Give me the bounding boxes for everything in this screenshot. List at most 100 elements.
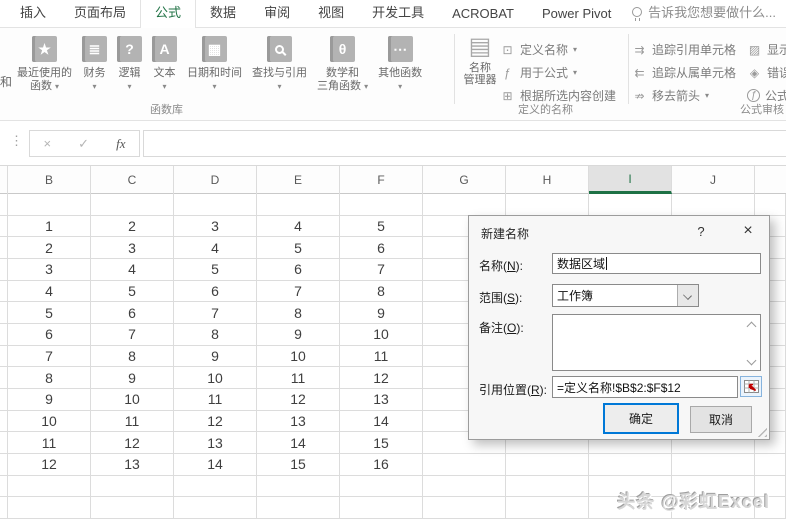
- grid-cell[interactable]: 10: [340, 323, 423, 346]
- grid-cell[interactable]: 6: [340, 237, 423, 259]
- error-checking-button[interactable]: ◈ 错误: [747, 64, 786, 81]
- ok-button[interactable]: 确定: [603, 403, 679, 434]
- lookup-reference-button[interactable]: 查找与引用 ▾: [247, 36, 312, 93]
- comment-field[interactable]: [552, 314, 761, 371]
- insert-function-icon[interactable]: fx: [116, 136, 125, 152]
- grid-cell[interactable]: 8: [174, 323, 257, 346]
- column-header-B[interactable]: B: [8, 166, 91, 194]
- grid-cell[interactable]: [0, 388, 8, 411]
- grid-cell[interactable]: [506, 497, 589, 519]
- grid-cell[interactable]: [0, 194, 8, 216]
- math-trig-button[interactable]: θ 数学和 三角函数 ▾: [312, 36, 373, 93]
- tab-视图[interactable]: 视图: [304, 0, 358, 27]
- grid-cell[interactable]: [0, 367, 8, 389]
- grid-cell[interactable]: 11: [340, 345, 423, 368]
- remove-arrows-button[interactable]: ⇏ 移去箭头 ▾: [632, 87, 736, 104]
- confirm-entry-icon[interactable]: ✓: [78, 136, 89, 152]
- grid-cell[interactable]: 7: [8, 345, 91, 368]
- grid-cell[interactable]: 5: [91, 280, 174, 303]
- grid-cell[interactable]: [257, 497, 340, 519]
- grid-cell[interactable]: 10: [257, 345, 340, 368]
- tab-审阅[interactable]: 审阅: [250, 0, 304, 27]
- grid-cell[interactable]: 14: [257, 432, 340, 454]
- grid-cell[interactable]: 4: [91, 258, 174, 281]
- grid-cell[interactable]: 11: [257, 367, 340, 389]
- grid-cell[interactable]: 3: [174, 215, 257, 238]
- column-header-J[interactable]: J: [672, 166, 755, 194]
- column-header-I[interactable]: I: [589, 166, 672, 194]
- grid-cell[interactable]: 12: [91, 432, 174, 454]
- grid-cell[interactable]: 5: [257, 237, 340, 259]
- grid-cell[interactable]: [589, 194, 672, 216]
- grid-cell[interactable]: 1: [8, 215, 91, 238]
- grid-cell[interactable]: [0, 345, 8, 368]
- column-header-E[interactable]: E: [257, 166, 340, 194]
- grid-cell[interactable]: 8: [8, 367, 91, 389]
- grid-cell[interactable]: [257, 194, 340, 216]
- grid-cell[interactable]: 4: [257, 215, 340, 238]
- cancel-entry-icon[interactable]: ×: [44, 136, 52, 151]
- grid-cell[interactable]: [340, 475, 423, 498]
- grid-cell[interactable]: 13: [257, 410, 340, 433]
- grid-cell[interactable]: 7: [91, 323, 174, 346]
- grid-cell[interactable]: 7: [174, 302, 257, 324]
- tab-页面布局[interactable]: 页面布局: [60, 0, 140, 27]
- grid-cell[interactable]: [340, 194, 423, 216]
- grid-cell[interactable]: [506, 475, 589, 498]
- grid-cell[interactable]: 12: [340, 367, 423, 389]
- grid-cell[interactable]: 15: [340, 432, 423, 454]
- grid-cell[interactable]: [174, 497, 257, 519]
- grid-cell[interactable]: 2: [8, 237, 91, 259]
- grid-cell[interactable]: 4: [8, 280, 91, 303]
- grid-cell[interactable]: 6: [174, 280, 257, 303]
- tab-插入[interactable]: 插入: [6, 0, 60, 27]
- tab-ACROBAT[interactable]: ACROBAT: [438, 1, 528, 27]
- grid-cell[interactable]: 9: [257, 323, 340, 346]
- grid-cell[interactable]: 14: [340, 410, 423, 433]
- grid-cell[interactable]: [0, 258, 8, 281]
- column-header-C[interactable]: C: [91, 166, 174, 194]
- grid-cell[interactable]: [423, 194, 506, 216]
- grid-cell[interactable]: 7: [340, 258, 423, 281]
- grid-cell[interactable]: [0, 432, 8, 454]
- grid-cell[interactable]: 13: [91, 453, 174, 476]
- grid-cell[interactable]: 7: [257, 280, 340, 303]
- grid-cell[interactable]: 13: [340, 388, 423, 411]
- close-icon[interactable]: ×: [735, 220, 761, 242]
- grid-cell[interactable]: [8, 475, 91, 498]
- grid-cell[interactable]: 5: [174, 258, 257, 281]
- grid-cell[interactable]: 6: [257, 258, 340, 281]
- grid-cell[interactable]: 3: [8, 258, 91, 281]
- grid-cell[interactable]: [506, 194, 589, 216]
- grid-cell[interactable]: 9: [8, 388, 91, 411]
- grid-cell[interactable]: 8: [91, 345, 174, 368]
- grid-cell[interactable]: [506, 453, 589, 476]
- grid-cell[interactable]: [423, 453, 506, 476]
- grid-cell[interactable]: [0, 302, 8, 324]
- column-header-F[interactable]: F: [340, 166, 423, 194]
- recent-functions-button[interactable]: ★ 最近使用的 函数 ▾: [12, 36, 77, 93]
- grid-cell[interactable]: 9: [340, 302, 423, 324]
- grid-cell[interactable]: [0, 215, 8, 238]
- text-button[interactable]: A 文本 ▾: [147, 36, 182, 93]
- more-functions-button[interactable]: ⋯ 其他函数 ▾: [373, 36, 427, 93]
- formula-input[interactable]: [143, 130, 786, 157]
- column-header-D[interactable]: D: [174, 166, 257, 194]
- grid-cell[interactable]: 12: [257, 388, 340, 411]
- tab-公式[interactable]: 公式: [140, 0, 197, 28]
- define-name-button[interactable]: ⊡ 定义名称 ▾: [500, 41, 616, 58]
- help-button[interactable]: ?: [691, 222, 711, 242]
- grid-cell[interactable]: 10: [8, 410, 91, 433]
- grid-cell[interactable]: 5: [8, 302, 91, 324]
- column-header-H[interactable]: H: [506, 166, 589, 194]
- formula-bar-drag-handle[interactable]: ⋮: [10, 133, 23, 149]
- grid-cell[interactable]: 11: [91, 410, 174, 433]
- show-formulas-button[interactable]: ▨ 显示: [747, 41, 786, 58]
- logical-button[interactable]: ? 逻辑 ▾: [112, 36, 147, 93]
- grid-cell[interactable]: 10: [174, 367, 257, 389]
- grid-cell[interactable]: 12: [174, 410, 257, 433]
- grid-cell[interactable]: 8: [257, 302, 340, 324]
- grid-cell[interactable]: 3: [91, 237, 174, 259]
- grid-cell[interactable]: [257, 475, 340, 498]
- grid-cell[interactable]: [0, 453, 8, 476]
